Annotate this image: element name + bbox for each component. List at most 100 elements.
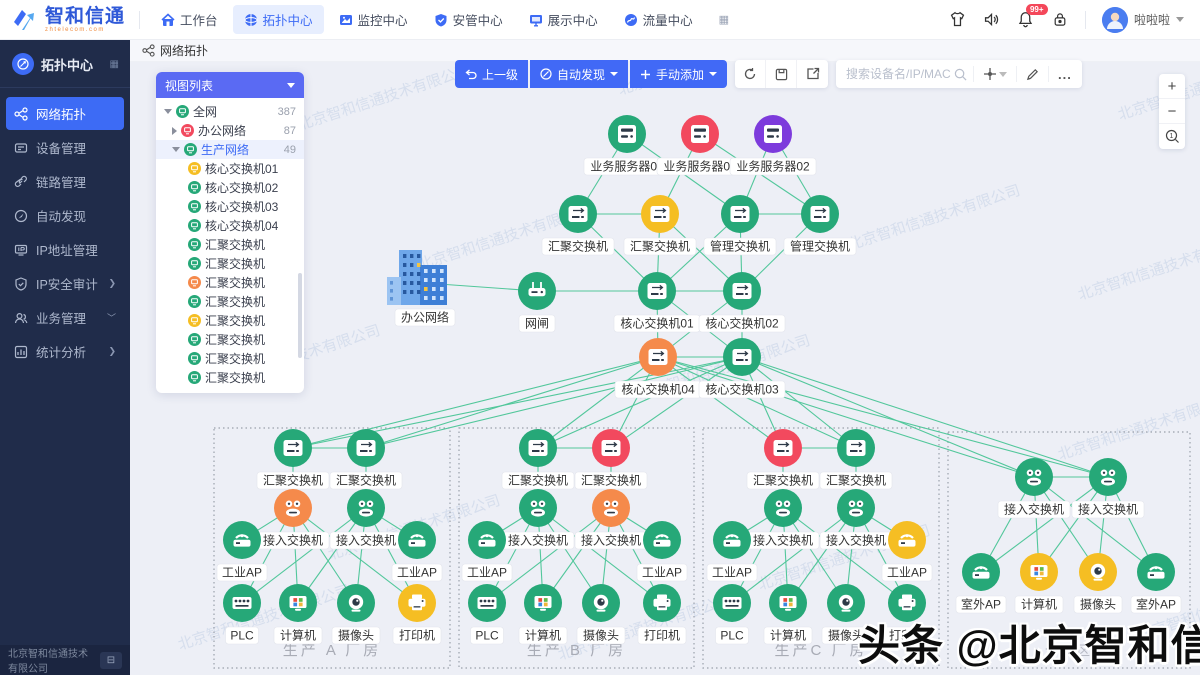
display-icon <box>529 13 543 27</box>
up-level-button[interactable]: 上一级 <box>455 60 528 88</box>
tree-caret-icon[interactable] <box>172 147 180 152</box>
tree-node-label: 汇聚交换机 <box>205 293 265 310</box>
topo-node-label: 摄像头 <box>338 628 374 643</box>
topo-icon <box>244 13 258 27</box>
manual-add-button[interactable]: 手动添加 <box>630 60 727 88</box>
device-node-icon <box>188 200 201 213</box>
tree-row-4[interactable]: 核心交换机01 <box>156 159 304 178</box>
topo-node[interactable]: PLC <box>713 584 751 644</box>
zoom-reset-button[interactable]: 1 <box>1159 124 1185 149</box>
topo-node-label: 室外AP <box>1136 597 1176 612</box>
nav-item-6[interactable]: 流量中心 <box>613 5 704 34</box>
device-node-icon <box>188 181 201 194</box>
lock-icon[interactable] <box>1051 11 1069 29</box>
sound-icon[interactable] <box>983 11 1001 29</box>
search-input[interactable] <box>846 67 954 81</box>
theme-skin-icon[interactable] <box>949 11 967 29</box>
export-button[interactable] <box>797 60 828 88</box>
topo-node[interactable]: PLC <box>468 584 506 644</box>
topo-node-label: 汇聚交换机 <box>630 239 690 254</box>
tree-row-10[interactable]: 汇聚交换机 <box>156 273 304 292</box>
nav-item-2[interactable]: 拓扑中心 <box>233 5 324 34</box>
tree-row-14[interactable]: 汇聚交换机 <box>156 349 304 368</box>
tree-row-5[interactable]: 核心交换机02 <box>156 178 304 197</box>
device-node-icon <box>181 124 194 137</box>
sidebar-item-5[interactable]: IP地址管理 <box>6 233 124 266</box>
tree-row-3[interactable]: 生产网络49 <box>156 140 304 159</box>
topo-node[interactable]: PLC <box>223 584 261 644</box>
scrollbar-thumb[interactable] <box>298 273 302 358</box>
topo-node-label: 网闸 <box>525 317 549 331</box>
sidebar-item-2[interactable]: 设备管理 <box>6 131 124 164</box>
device-node-icon <box>188 162 201 175</box>
sidebar-item-label: IP安全审计 <box>36 274 98 293</box>
tree-row-15[interactable]: 汇聚交换机 <box>156 368 304 387</box>
sidebar-item-7[interactable]: 业务管理﹀ <box>6 301 124 334</box>
topo-node-label: 接入交换机 <box>336 533 396 548</box>
view-list-header[interactable]: 视图列表 <box>156 72 304 98</box>
notifications-bell-icon[interactable]: 99+ <box>1017 11 1035 29</box>
collapse-sidebar-icon[interactable]: ⊟ <box>100 652 122 669</box>
tree-row-8[interactable]: 汇聚交换机 <box>156 235 304 254</box>
tree-caret-icon[interactable] <box>164 109 172 114</box>
user-menu[interactable]: 啦啦啦 <box>1102 7 1184 33</box>
sidebar-item-8[interactable]: 统计分析❯ <box>6 335 124 368</box>
tree-row-6[interactable]: 核心交换机03 <box>156 197 304 216</box>
tree-row-13[interactable]: 汇聚交换机 <box>156 330 304 349</box>
topo-node-label: 工业AP <box>887 566 927 580</box>
tree-node-label: 汇聚交换机 <box>205 255 265 272</box>
tree-caret-icon[interactable] <box>172 127 177 135</box>
tree-row-2[interactable]: 办公网络87 <box>156 121 304 140</box>
topo-node[interactable]: 网闸 <box>518 272 556 332</box>
sidebar-item-6[interactable]: IP安全审计❯ <box>6 267 124 300</box>
device-node-icon <box>188 371 201 384</box>
topo-node-label: 业务服务器02 <box>663 159 737 174</box>
compass-icon <box>14 209 28 223</box>
topology-center-icon <box>12 53 34 75</box>
topo-node-label: 计算机 <box>280 628 316 643</box>
sidebar-item-1[interactable]: 网络拓扑 <box>6 97 124 130</box>
refresh-button[interactable] <box>735 60 766 88</box>
topo-node-label: 接入交换机 <box>753 533 813 548</box>
auto-discover-button[interactable]: 自动发现 <box>530 60 628 88</box>
grid-menu-icon[interactable]: ▦ <box>110 59 120 70</box>
zoom-controls: + − 1 <box>1159 74 1185 149</box>
more-button[interactable]: ... <box>1055 67 1078 82</box>
sidebar-item-4[interactable]: 自动发现 <box>6 199 124 232</box>
layout-button[interactable] <box>980 67 1010 81</box>
nav-item-4[interactable]: 安管中心 <box>423 5 514 34</box>
device-icon <box>14 141 28 155</box>
topo-node-label: 汇聚交换机 <box>581 473 641 488</box>
search-icon[interactable] <box>954 68 967 81</box>
svg-text:1: 1 <box>1169 133 1173 140</box>
tree-row-12[interactable]: 汇聚交换机 <box>156 311 304 330</box>
tree-node-label: 汇聚交换机 <box>205 236 265 253</box>
tree-node-label: 汇聚交换机 <box>205 274 265 291</box>
nav-item-1[interactable]: 工作台 <box>150 5 229 34</box>
edit-button[interactable] <box>1023 68 1042 81</box>
tree-row-7[interactable]: 核心交换机04 <box>156 216 304 235</box>
tree-row-11[interactable]: 汇聚交换机 <box>156 292 304 311</box>
tree-row-9[interactable]: 汇聚交换机 <box>156 254 304 273</box>
link-icon <box>14 175 28 189</box>
nav-item-label: 展示中心 <box>548 10 598 29</box>
topo-node-label: 工业AP <box>712 566 752 580</box>
network-topology-icon <box>142 44 155 57</box>
sidebar-item-3[interactable]: 链路管理 <box>6 165 124 198</box>
nav-item-5[interactable]: 展示中心 <box>518 5 609 34</box>
topo-node-label: 管理交换机 <box>790 239 850 254</box>
main-menu: 工作台拓扑中心监控中心安管中心 展示中心流量中心▦ <box>150 5 741 34</box>
topo-node-label: PLC <box>230 629 254 643</box>
tree-node-count: 49 <box>284 144 296 156</box>
save-button[interactable] <box>766 60 797 88</box>
sidebar-item-label: 统计分析 <box>36 342 86 361</box>
topo-node-label: 汇聚交换机 <box>336 473 396 488</box>
zoom-out-button[interactable]: − <box>1159 99 1185 124</box>
nav-item-3[interactable]: 监控中心 <box>328 5 419 34</box>
zoom-in-button[interactable]: + <box>1159 74 1185 99</box>
tree-row-1[interactable]: 全网387 <box>156 102 304 121</box>
view-list-panel: 视图列表 全网387办公网络87生产网络49核心交换机01核心交换机02核心交换… <box>156 72 304 393</box>
apps-grid-icon[interactable]: ▦ <box>708 8 741 31</box>
logo-title: 智和信通 <box>45 7 125 26</box>
compass-icon <box>540 68 552 80</box>
